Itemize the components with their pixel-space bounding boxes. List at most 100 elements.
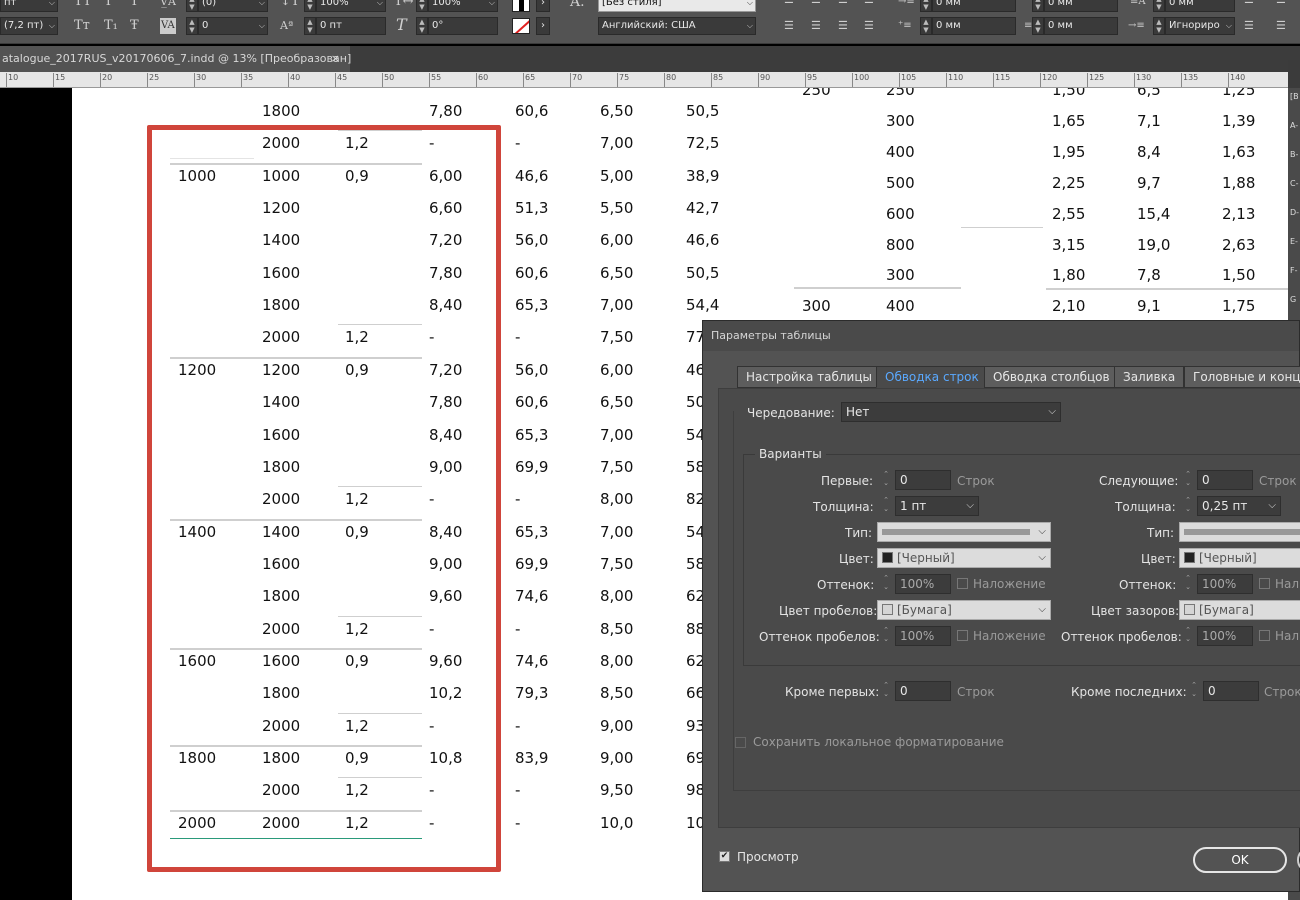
alternation-dropdown[interactable]: Нет ⌵ xyxy=(841,402,1061,422)
horizontal-ruler[interactable]: 10 15 20 25 30 35 40 45 50 55 60 65 70 75 80 85 90 95 100 1… xyxy=(0,72,1288,88)
type-dropdown[interactable]: ⌵ xyxy=(877,522,1051,542)
superscript-icon[interactable]: T xyxy=(104,0,113,10)
gap-tint-spinner[interactable]: ⌃ ⌄ xyxy=(877,626,895,646)
first-field[interactable]: 0 xyxy=(895,470,951,490)
skip-last-field[interactable]: 0 xyxy=(1203,681,1259,701)
align-spine-icon[interactable]: ☰ xyxy=(864,18,874,34)
weight-next-spinner[interactable]: ⌃ ⌄ xyxy=(1179,496,1197,516)
vertical-scale-field[interactable]: 100% ⌵ xyxy=(316,0,386,12)
numbered-list-icon[interactable]: ☰ xyxy=(1244,18,1254,34)
type-next-dropdown[interactable] xyxy=(1179,522,1300,542)
justify-icon[interactable]: ☰ xyxy=(864,0,874,8)
right-indent-field[interactable]: 0 мм xyxy=(1044,0,1118,12)
tab-table-setup[interactable]: Настройка таблицы xyxy=(737,366,881,388)
weight-spinner[interactable]: ⌃ ⌄ xyxy=(877,496,895,516)
table-cell: - xyxy=(515,619,521,638)
gap-tint-next-spinner[interactable]: ⌃ ⌄ xyxy=(1179,626,1197,646)
close-icon[interactable]: × xyxy=(331,46,340,72)
tab-column-strokes[interactable]: Обводка столбцов xyxy=(984,366,1119,388)
horizontal-scale-field[interactable]: 100% ⌵ xyxy=(428,0,498,12)
left-indent-field[interactable]: 0 мм xyxy=(932,0,1016,12)
color-next-dropdown[interactable]: [Черный] xyxy=(1179,548,1300,568)
grid-spinner[interactable]: ▲ ▼ xyxy=(1153,17,1165,35)
all-caps-icon[interactable]: TT xyxy=(74,0,92,10)
space-after-spinner[interactable]: ▲ ▼ xyxy=(1032,17,1044,35)
bullet-list-icon[interactable]: ☰ xyxy=(1244,0,1254,8)
kerning-field[interactable]: (0) ⌵ xyxy=(198,0,268,12)
align-right-icon[interactable]: ☰ xyxy=(838,0,848,8)
stroke-arrow-button[interactable]: › xyxy=(536,17,550,35)
tab-fills[interactable]: Заливка xyxy=(1114,366,1185,388)
indent2-spinner[interactable]: ▲▼ xyxy=(1032,0,1044,12)
gap-tint-next-field[interactable]: 100% xyxy=(1197,626,1253,646)
space-after-field[interactable]: 0 мм xyxy=(1044,17,1118,35)
skip-first-spinner[interactable]: ⌃ ⌄ xyxy=(877,681,895,701)
weight-field[interactable]: 1 пт ⌵ xyxy=(895,496,979,516)
space-before-field[interactable]: 0 мм xyxy=(932,17,1016,35)
baseline-spinner[interactable]: ▲ ▼ xyxy=(304,17,316,35)
align-center-icon[interactable]: ☰ xyxy=(811,0,821,8)
justify-all-icon[interactable]: ☰ xyxy=(838,18,848,34)
fill-swatch-icon[interactable] xyxy=(512,0,530,12)
gap-overprint-checkbox[interactable] xyxy=(957,630,968,641)
tint-next-field[interactable]: 100% xyxy=(1197,574,1253,594)
tracking-field[interactable]: 0 ⌵ xyxy=(198,17,268,35)
next-field[interactable]: 0 xyxy=(1197,470,1253,490)
tab-row-strokes[interactable]: Обводка строк xyxy=(876,366,988,388)
skip-first-field[interactable]: 0 xyxy=(895,681,951,701)
strikethrough-icon[interactable]: Ŧ xyxy=(130,18,139,34)
tint-next-spinner[interactable]: ⌃ ⌄ xyxy=(1179,574,1197,594)
preview-checkbox[interactable]: ✔ xyxy=(719,851,730,862)
subscript-icon[interactable]: T₁ xyxy=(104,18,118,34)
grid-align-dropdown[interactable]: Игнориро ⌵ xyxy=(1165,17,1235,35)
skew-field[interactable]: 0° xyxy=(428,17,498,35)
dialog-title-bar[interactable]: Параметры таблицы xyxy=(703,321,1299,351)
gap-color-next-dropdown[interactable]: [Бумага] xyxy=(1179,600,1300,620)
highlight-box xyxy=(147,125,501,872)
tracking-spinner-2[interactable]: ▲ ▼ xyxy=(186,17,198,35)
overprint-next-checkbox[interactable] xyxy=(1259,578,1270,589)
dialog-tabs: Настройка таблицы Обводка строк Обводка … xyxy=(737,366,1300,388)
justify-left-icon[interactable]: ☰ xyxy=(784,18,794,34)
small-caps-icon[interactable]: Tт xyxy=(74,18,90,34)
next-spinner[interactable]: ⌃ ⌄ xyxy=(1179,470,1197,490)
preserve-formatting-checkbox[interactable] xyxy=(735,737,746,748)
tint-field[interactable]: 100% xyxy=(895,574,951,594)
table-cell: 74,6 xyxy=(515,651,549,670)
skew-spinner[interactable]: ▲ ▼ xyxy=(416,17,428,35)
overprint-checkbox[interactable] xyxy=(957,578,968,589)
space-before-spinner[interactable]: ▲ ▼ xyxy=(920,17,932,35)
leading-field[interactable]: (7,2 пт) ⌵ xyxy=(0,17,58,35)
color-dropdown[interactable]: [Черный] ⌵ xyxy=(877,548,1051,568)
fill-arrow-button[interactable]: › xyxy=(536,0,550,12)
first-unit: Строк xyxy=(957,474,995,488)
tint-spinner[interactable]: ⌃ ⌄ xyxy=(877,574,895,594)
hscale-spinner[interactable]: ▲▼ xyxy=(416,0,428,12)
ok-button[interactable]: OK xyxy=(1193,847,1287,873)
gap-overprint-next-checkbox[interactable] xyxy=(1259,630,1270,641)
align-left-icon[interactable]: ☰ xyxy=(784,0,794,8)
font-size-field[interactable]: пт ⌵ xyxy=(0,0,58,12)
table-cell: 9,50 xyxy=(600,781,634,800)
baseline-field[interactable]: 0 пт xyxy=(316,17,386,35)
stroke-none-icon[interactable] xyxy=(512,18,530,34)
gap-tint-field[interactable]: 100% xyxy=(895,626,951,646)
gap-color-dropdown[interactable]: [Бумага] ⌵ xyxy=(877,600,1051,620)
language-dropdown[interactable]: Английский: США ⌵ xyxy=(598,17,756,35)
first-spinner[interactable]: ⌃ ⌄ xyxy=(877,470,895,490)
justify-center-icon[interactable]: ☰ xyxy=(811,18,821,34)
dialog-title: Параметры таблицы xyxy=(711,329,831,342)
dropcap-spinner[interactable]: ▲▼ xyxy=(1153,0,1165,12)
drop-cap-field[interactable]: 0 мм xyxy=(1165,0,1235,12)
list-option-icon[interactable]: ☰ xyxy=(1276,0,1286,8)
char-style-dropdown[interactable]: [Без стиля] ⌵ xyxy=(598,0,756,12)
vscale-spinner[interactable]: ▲▼ xyxy=(304,0,316,12)
list-option2-icon[interactable]: ☰ xyxy=(1276,18,1286,34)
tracking-spinner[interactable]: ▲▼ xyxy=(186,0,198,12)
underline-icon[interactable]: T xyxy=(130,0,139,10)
indent-spinner[interactable]: ▲▼ xyxy=(920,0,932,12)
weight-next-field[interactable]: 0,25 пт ⌵ xyxy=(1197,496,1281,516)
document-tab[interactable]: atalogue_2017RUS_v20170606_7.indd @ 13% … xyxy=(0,46,351,72)
tab-headers-footers[interactable]: Головные и конце xyxy=(1184,366,1300,388)
skip-last-spinner[interactable]: ⌃ ⌄ xyxy=(1185,681,1203,701)
